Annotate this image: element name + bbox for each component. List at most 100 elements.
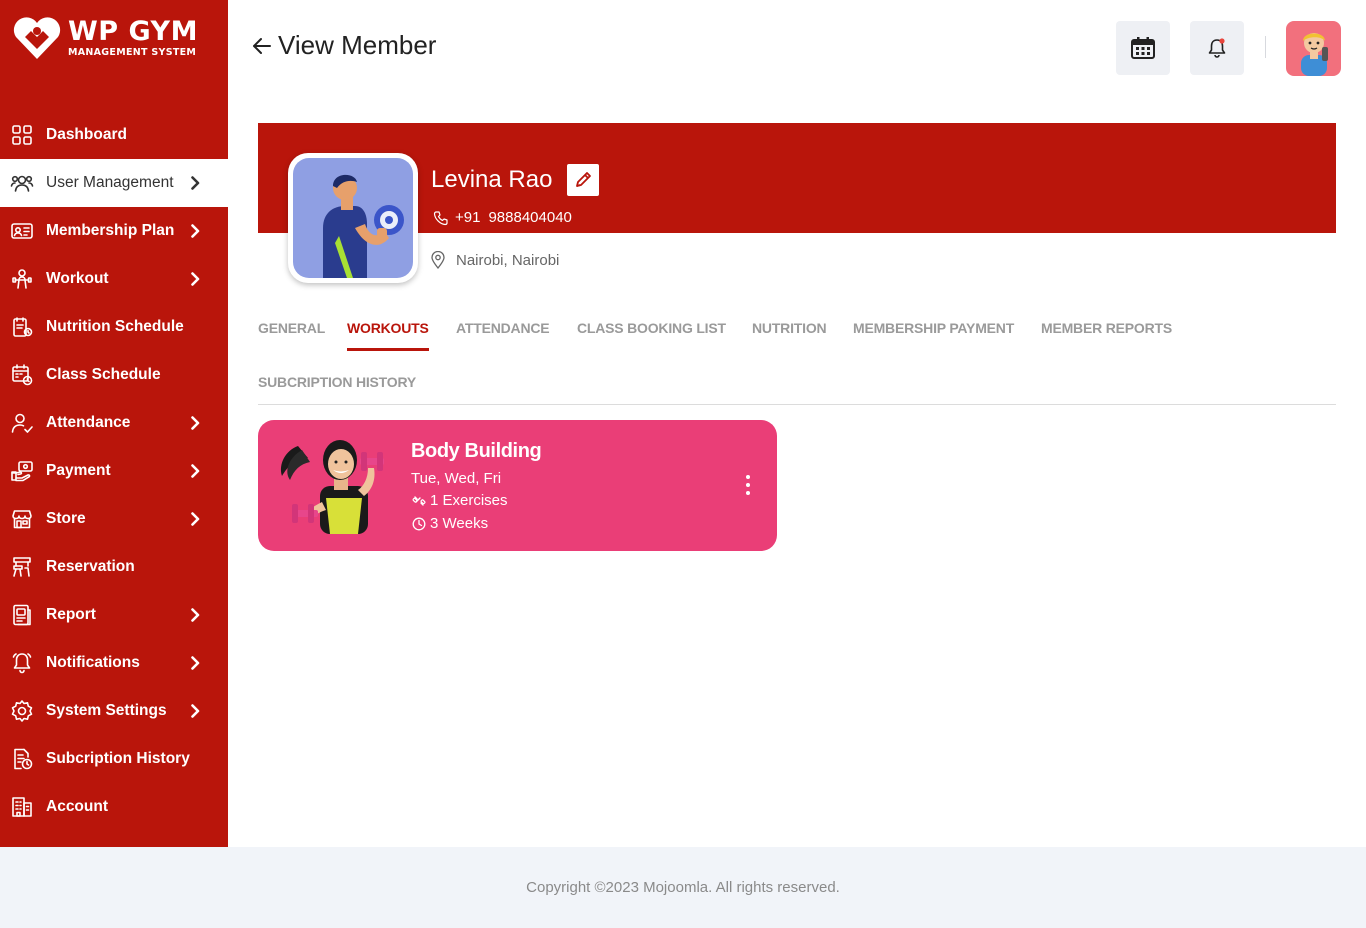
- user-avatar[interactable]: [1286, 21, 1341, 76]
- sidebar-item-label: Workout: [46, 270, 109, 287]
- location-text: Nairobi, Nairobi: [456, 251, 560, 269]
- sidebar: WP GYM MANAGEMENT SYSTEM Dashboard User M…: [0, 0, 228, 847]
- phone-icon: [433, 210, 448, 225]
- kebab-dot-icon: [746, 491, 750, 495]
- workout-icon: [10, 267, 34, 291]
- kebab-dot-icon: [746, 483, 750, 487]
- workout-woman-image: [280, 440, 384, 534]
- brand-title: WP GYM: [68, 16, 198, 48]
- tab-member-reports[interactable]: MEMBER REPORTS: [1041, 320, 1172, 336]
- sidebar-item-label: Payment: [46, 462, 111, 479]
- workout-exercises: 1 Exercises: [412, 492, 508, 509]
- sidebar-item-report[interactable]: Report: [0, 591, 228, 639]
- sidebar-item-membership-plan[interactable]: Membership Plan: [0, 207, 228, 255]
- kebab-dot-icon: [746, 475, 750, 479]
- sidebar-item-payment[interactable]: Payment: [0, 447, 228, 495]
- account-building-icon: [10, 795, 34, 819]
- sidebar-item-label: Membership Plan: [46, 222, 175, 239]
- chevron-right-icon: [191, 176, 200, 190]
- sidebar-item-label: System Settings: [46, 702, 167, 719]
- member-photo: [288, 153, 418, 283]
- sidebar-item-workout[interactable]: Workout: [0, 255, 228, 303]
- sidebar-item-user-management[interactable]: User Management: [0, 159, 228, 207]
- page-header: View Member: [251, 30, 436, 61]
- tabs-divider: [258, 404, 1336, 405]
- tab-membership-payment[interactable]: MEMBERSHIP PAYMENT: [853, 320, 1014, 336]
- calendar-icon: [1131, 37, 1155, 59]
- chevron-right-icon: [191, 608, 200, 622]
- location-pin-icon: [431, 251, 445, 269]
- workout-card[interactable]: Body Building Tue, Wed, Fri 1 Exercises …: [258, 420, 777, 551]
- sidebar-item-label: Reservation: [46, 558, 135, 575]
- chevron-right-icon: [191, 416, 200, 430]
- heart-logo-icon: [12, 15, 62, 61]
- sidebar-item-system-settings[interactable]: System Settings: [0, 687, 228, 735]
- notification-button[interactable]: [1190, 21, 1244, 75]
- users-icon: [10, 171, 34, 195]
- tab-attendance[interactable]: ATTENDANCE: [456, 320, 550, 336]
- back-arrow-icon[interactable]: [251, 35, 273, 57]
- exercises-count: 1 Exercises: [430, 492, 508, 509]
- header-divider: [1265, 36, 1266, 58]
- sidebar-item-dashboard[interactable]: Dashboard: [0, 111, 228, 159]
- sidebar-item-label: Notifications: [46, 654, 140, 671]
- member-phone: +91 9888404040: [433, 209, 572, 226]
- phone-number: 9888404040: [488, 209, 572, 226]
- chevron-right-icon: [191, 272, 200, 286]
- chevron-right-icon: [191, 704, 200, 718]
- dumbbell-icon: [412, 495, 426, 506]
- sidebar-item-subcription-history[interactable]: Subcription History: [0, 735, 228, 783]
- nutrition-icon: [10, 315, 34, 339]
- member-location: Nairobi, Nairobi: [430, 251, 559, 269]
- member-avatar-icon: [323, 174, 404, 278]
- user-check-icon: [10, 411, 34, 435]
- sidebar-item-nutrition-schedule[interactable]: Nutrition Schedule: [0, 303, 228, 351]
- tab-nutrition[interactable]: NUTRITION: [752, 320, 827, 336]
- report-icon: [10, 603, 34, 627]
- store-icon: [10, 507, 34, 531]
- footer: Copyright ©2023 Mojoomla. All rights res…: [0, 847, 1366, 928]
- pencil-icon: [576, 172, 591, 187]
- edit-member-button[interactable]: [567, 164, 599, 196]
- sidebar-item-label: User Management: [46, 174, 174, 191]
- workout-title: Body Building: [411, 440, 542, 462]
- duration-text: 3 Weeks: [430, 515, 489, 532]
- tab-class-booking-list[interactable]: CLASS BOOKING LIST: [577, 320, 726, 336]
- sidebar-item-label: Attendance: [46, 414, 131, 431]
- bell-icon: [1208, 38, 1226, 58]
- tab-subcription-history[interactable]: SUBCRIPTION HISTORY: [258, 374, 416, 390]
- sidebar-item-reservation[interactable]: Reservation: [0, 543, 228, 591]
- sidebar-item-label: Store: [46, 510, 86, 527]
- chevron-right-icon: [191, 656, 200, 670]
- sidebar-item-label: Subcription History: [46, 750, 190, 767]
- chevron-right-icon: [191, 224, 200, 238]
- grid-icon: [10, 123, 34, 147]
- brand-subtitle: MANAGEMENT SYSTEM: [68, 47, 197, 59]
- sidebar-item-account[interactable]: Account: [0, 783, 228, 831]
- clock-icon: [412, 517, 426, 530]
- sidebar-item-notifications[interactable]: Notifications: [0, 639, 228, 687]
- copyright-text: Copyright ©2023 Mojoomla. All rights res…: [526, 879, 840, 896]
- history-doc-icon: [10, 747, 34, 771]
- workout-options-button[interactable]: [738, 472, 758, 498]
- sidebar-item-label: Account: [46, 798, 108, 815]
- id-card-icon: [10, 219, 34, 243]
- sidebar-item-class-schedule[interactable]: Class Schedule: [0, 351, 228, 399]
- sidebar-item-store[interactable]: Store: [0, 495, 228, 543]
- phone-country-code: +91: [455, 209, 481, 226]
- sidebar-item-label: Class Schedule: [46, 366, 161, 383]
- sidebar-menu: Dashboard User Management Membership Plan W…: [0, 111, 228, 831]
- tab-workouts[interactable]: WORKOUTS: [347, 320, 429, 351]
- bell-icon: [10, 651, 34, 675]
- tab-general[interactable]: GENERAL: [258, 320, 325, 336]
- sidebar-item-label: Nutrition Schedule: [46, 318, 184, 335]
- calendar-button[interactable]: [1116, 21, 1170, 75]
- sidebar-item-attendance[interactable]: Attendance: [0, 399, 228, 447]
- calendar-clock-icon: [10, 363, 34, 387]
- page-title: View Member: [278, 30, 437, 60]
- chevron-right-icon: [191, 512, 200, 526]
- brand-logo[interactable]: WP GYM MANAGEMENT SYSTEM: [12, 14, 198, 62]
- member-name: Levina Rao: [431, 166, 553, 193]
- payment-hand-icon: [10, 459, 34, 483]
- reservation-icon: [10, 555, 34, 579]
